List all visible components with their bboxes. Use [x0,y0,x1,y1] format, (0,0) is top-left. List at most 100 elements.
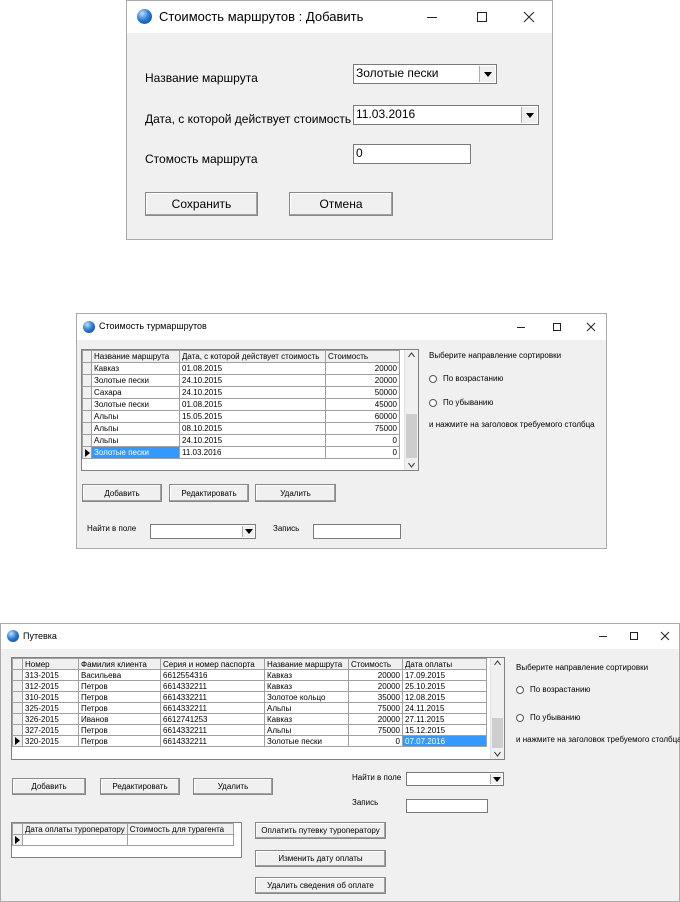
table-row[interactable]: 312-2015 Петров 6614332211 Кавказ 20000 25.10… [12,680,487,692]
column-header[interactable]: Дата оплаты туроператору [22,823,128,835]
add-button[interactable]: Добавить [82,484,162,502]
scrollbar-thumb[interactable] [492,718,503,748]
save-button[interactable]: Сохранить [145,192,258,216]
scrollbar-thumb[interactable] [406,414,417,458]
cost-input[interactable]: 0 [353,144,471,164]
date-picker[interactable]: 11.03.2016 [353,105,539,125]
maximize-button[interactable] [549,321,565,333]
table-cell[interactable]: Петров [78,702,161,714]
minimize-button[interactable] [513,321,529,333]
table-cell[interactable]: 24.10.2015 [179,386,326,399]
table-cell[interactable]: 01.08.2015 [179,398,326,411]
table-cell[interactable]: Кавказ [264,680,349,692]
column-header[interactable]: Название маршрута [91,350,180,363]
table-cell[interactable]: Альпы [264,702,349,714]
scroll-up-arrow[interactable] [405,350,418,360]
table-row[interactable]: Альпы 15.05.2015 60000 [82,410,400,423]
table-cell[interactable]: 20000 [325,362,400,375]
cancel-button[interactable]: Отмена [289,192,393,216]
delete-button[interactable]: Удалить [193,778,273,795]
table-cell[interactable]: 20000 [348,669,403,681]
maximize-button[interactable] [626,630,642,642]
scroll-down-arrow[interactable] [405,460,418,470]
maximize-button[interactable] [472,10,492,24]
table-cell[interactable]: 310-2015 [22,691,79,703]
table-cell[interactable]: Петров [78,724,161,736]
table-cell[interactable]: Сахара [91,386,180,399]
column-header[interactable]: Серия и номер паспорта [160,658,265,670]
table-cell[interactable]: 20000 [348,713,403,725]
table-row[interactable]: Золотые пески 01.08.2015 45000 [82,398,400,411]
table-cell[interactable]: Иванов [78,713,161,725]
minimize-button[interactable] [595,630,611,642]
minimize-button[interactable] [422,10,442,24]
dropdown-arrow[interactable] [479,66,495,82]
route-name-dropdown[interactable]: Золотые пески [353,64,497,84]
table-cell[interactable]: 01.08.2015 [179,362,326,375]
table-row[interactable]: Сахара 24.10.2015 50000 [82,386,400,399]
pay-voucher-button[interactable]: Оплатить путевку туроператору [255,822,386,839]
route-costs-grid[interactable]: Название маршрута Дата, с которой действ… [81,349,419,471]
table-row[interactable]: 325-2015 Петров 6614332211 Альпы 75000 24.11.… [12,702,487,714]
table-row[interactable]: 326-2015 Иванов 6612741253 Кавказ 20000 27.11… [12,713,487,725]
table-cell[interactable]: Петров [78,735,161,747]
table-cell[interactable]: Петров [78,691,161,703]
table-cell[interactable]: 6612741253 [160,713,265,725]
table-row[interactable]: 310-2015 Петров 6614332211 Золотое кольцо 35… [12,691,487,703]
table-cell[interactable]: 27.11.2015 [402,713,487,725]
column-header[interactable]: Дата, с которой действует стоимость [179,350,326,363]
table-cell[interactable] [126,834,234,846]
table-cell[interactable]: 6612554316 [160,669,265,681]
table-cell[interactable]: Золотые пески [91,374,180,387]
table-cell[interactable]: Кавказ [264,713,349,725]
add-button[interactable]: Добавить [12,778,86,795]
table-row[interactable]: 327-2015 Петров 6614332211 Альпы 75000 15.12.… [12,724,487,736]
payments-grid[interactable]: Дата оплаты туроператору Стоимость для т… [11,822,242,858]
table-row[interactable]: Золотые пески 24.10.2015 20000 [82,374,400,387]
table-cell[interactable]: Золотое кольцо [264,691,349,703]
table-row[interactable]: Альпы 08.10.2015 75000 [82,422,400,435]
table-cell[interactable]: 24.10.2015 [179,434,326,447]
dropdown-arrow[interactable] [242,526,254,537]
table-cell[interactable]: 0 [348,735,403,747]
column-header[interactable]: Стоимость [325,350,400,363]
table-cell[interactable]: 326-2015 [22,713,79,725]
edit-button[interactable]: Редактировать [100,778,180,795]
table-cell[interactable]: 17.09.2015 [402,669,487,681]
table-cell[interactable]: Золотые пески [91,446,180,459]
table-row[interactable]: 320-2015 Петров 6614332211 Золотые пески 0 07… [12,735,487,747]
table-cell[interactable]: Альпы [91,410,180,423]
table-cell[interactable]: Кавказ [264,669,349,681]
column-header[interactable]: Фамилия клиента [78,658,161,670]
table-cell[interactable]: 20000 [348,680,403,692]
find-field-dropdown[interactable] [150,524,256,539]
table-cell[interactable]: Альпы [264,724,349,736]
edit-button[interactable]: Редактировать [169,484,249,502]
table-cell[interactable]: 320-2015 [22,735,79,747]
record-input[interactable] [313,524,401,539]
table-cell[interactable]: Альпы [91,422,180,435]
sort-desc-radio[interactable]: По убыванию [429,398,493,407]
table-cell[interactable]: Альпы [91,434,180,447]
table-cell[interactable]: 313-2015 [22,669,79,681]
table-row[interactable] [12,834,234,846]
table-cell[interactable]: 24.11.2015 [402,702,487,714]
table-row[interactable]: Альпы 24.10.2015 0 [82,434,400,447]
close-button[interactable] [519,10,539,24]
dropdown-arrow[interactable] [490,774,502,784]
table-cell[interactable]: 07.07.2016 [402,735,487,747]
table-cell[interactable]: Золотые пески [264,735,349,747]
dropdown-arrow[interactable] [521,107,537,123]
table-cell[interactable]: 6614332211 [160,702,265,714]
close-button[interactable] [657,630,673,642]
table-cell[interactable]: 12.08.2015 [402,691,487,703]
column-header[interactable]: Название маршрута [264,658,349,670]
table-cell[interactable]: 0 [325,446,400,459]
scroll-up-arrow[interactable] [491,658,504,668]
table-cell[interactable]: Петров [78,680,161,692]
table-cell[interactable]: 20000 [325,374,400,387]
change-payment-date-button[interactable]: Изменить дату оплаты [255,850,386,867]
table-cell[interactable]: 6614332211 [160,724,265,736]
table-cell[interactable]: 15.05.2015 [179,410,326,423]
table-cell[interactable]: 75000 [348,724,403,736]
